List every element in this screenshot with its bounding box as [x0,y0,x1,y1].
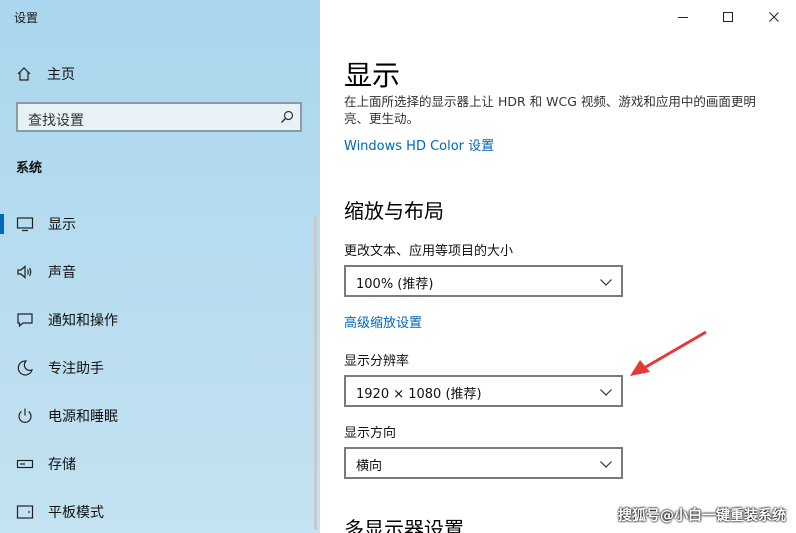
minimize-icon [678,17,688,18]
storage-icon [16,459,34,469]
resolution-dropdown[interactable]: 1920 × 1080 (推荐) [344,375,623,407]
scale-label: 更改文本、应用等项目的大小 [344,244,514,259]
orientation-dropdown[interactable]: 横向 [344,447,623,479]
maximize-icon [723,12,733,22]
sidebar-item-focus-assist[interactable]: 专注助手 [0,348,320,388]
orientation-label: 显示方向 [344,426,397,441]
sidebar-item-label: 通知和操作 [48,313,118,329]
power-icon [18,408,32,423]
search-placeholder: 查找设置 [28,113,84,129]
orientation-value: 横向 [356,459,383,474]
resolution-value: 1920 × 1080 (推荐) [356,387,482,402]
close-icon [769,12,779,22]
sidebar-item-storage[interactable]: 存储 [0,444,320,484]
sidebar-item-label: 电源和睡眠 [48,409,118,425]
sidebar: 设置 主页 查找设置 系统 显示 声音 通知和操作 专注助手 电源和睡眠 存储 … [0,0,320,533]
advanced-scaling-link[interactable]: 高级缩放设置 [344,312,422,331]
settings-window: 设置 主页 查找设置 系统 显示 声音 通知和操作 专注助手 电源和睡眠 存储 … [0,0,796,533]
annotation-arrow-icon [630,330,707,376]
notification-icon [17,313,33,328]
sidebar-item-notifications[interactable]: 通知和操作 [0,300,320,340]
watermark: 搜狐号@小白一键重装系统 [618,508,786,524]
scrollbar[interactable] [314,215,317,530]
search-icon[interactable] [280,110,294,124]
scale-value: 100% (推荐) [356,277,434,292]
section-heading: 系统 [16,161,43,176]
sidebar-item-label: 声音 [48,265,76,281]
scale-layout-heading: 缩放与布局 [344,199,444,223]
minimize-button[interactable] [672,8,694,26]
sidebar-item-label: 存储 [48,457,76,473]
resolution-label: 显示分辨率 [344,354,410,369]
sidebar-item-label: 显示 [48,217,76,233]
sidebar-item-label: 平板模式 [48,505,104,521]
monitor-icon [16,217,34,232]
window-title: 设置 [14,11,39,25]
scale-dropdown[interactable]: 100% (推荐) [344,265,623,297]
close-button[interactable] [763,8,785,26]
chevron-down-icon [600,389,612,396]
multi-display-heading: 多显示器设置 [344,517,464,533]
chevron-down-icon [600,461,612,468]
home-nav-item[interactable]: 主页 [16,62,75,86]
home-icon [17,67,31,81]
page-title: 显示 [344,59,401,92]
main-content: 显示 在上面所选择的显示器上让 HDR 和 WCG 视频、游戏和应用中的画面更明… [314,0,796,533]
sidebar-item-label: 专注助手 [48,361,104,377]
sidebar-item-sound[interactable]: 声音 [0,252,320,292]
search-input[interactable]: 查找设置 [16,102,302,132]
chevron-down-icon [600,279,612,286]
sidebar-item-tablet-mode[interactable]: 平板模式 [0,492,320,532]
sidebar-item-power[interactable]: 电源和睡眠 [0,396,320,436]
sidebar-item-display[interactable]: 显示 [0,204,320,244]
moon-icon [17,360,33,376]
hdr-description: 在上面所选择的显示器上让 HDR 和 WCG 视频、游戏和应用中的画面更明亮、更… [344,94,756,126]
hdr-color-settings-link[interactable]: Windows HD Color 设置 [344,135,494,154]
speaker-icon [17,265,32,279]
tablet-icon [16,505,34,519]
maximize-button[interactable] [717,8,739,26]
home-label: 主页 [47,67,75,83]
